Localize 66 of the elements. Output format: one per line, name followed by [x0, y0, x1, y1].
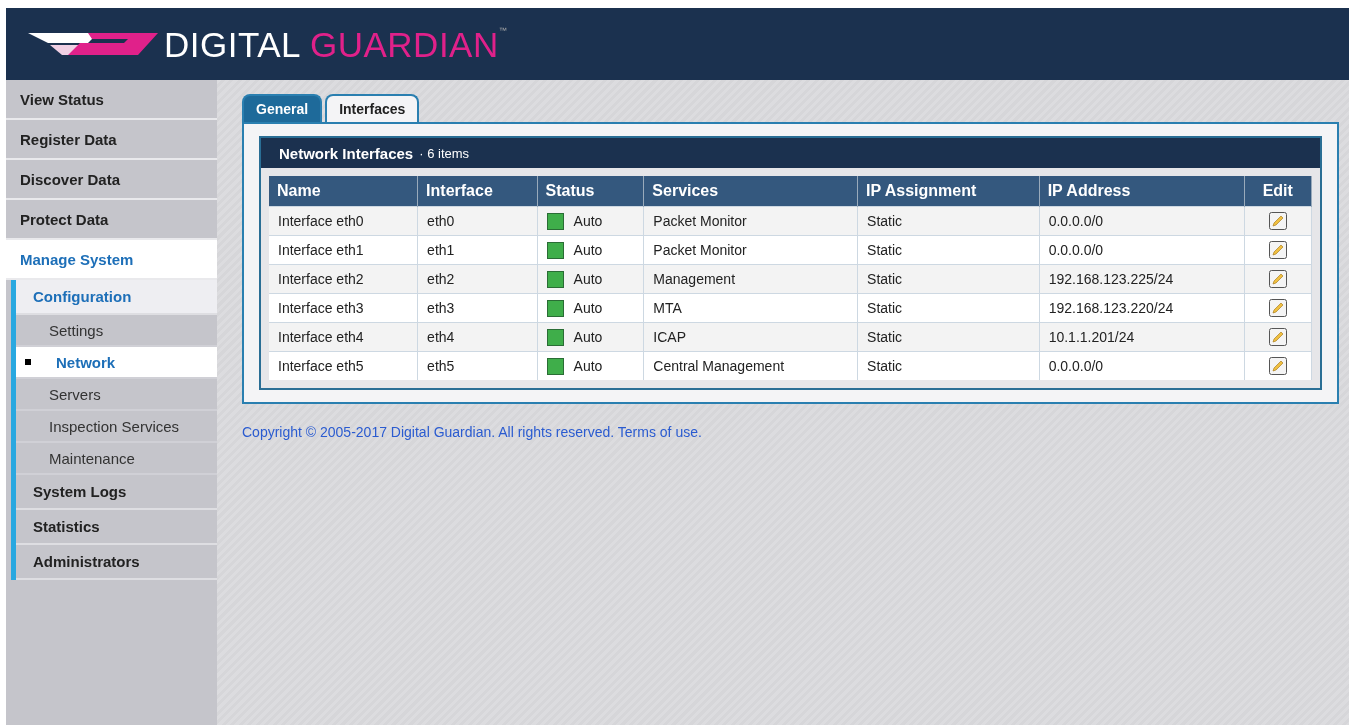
- table-cell: Auto: [573, 300, 603, 316]
- table-cell: Interface eth2: [278, 271, 364, 287]
- table-cell: Interface eth4: [278, 329, 364, 345]
- status-icon: [546, 241, 564, 259]
- status-icon: [546, 299, 564, 317]
- table-cell: Static: [867, 329, 903, 345]
- table-cell: Packet Monitor: [653, 213, 747, 229]
- status-icon: [546, 270, 564, 288]
- table-cell: 10.1.1.201/24: [1048, 329, 1135, 345]
- column-header: IP Address: [1039, 176, 1245, 207]
- table-cell: ICAP: [653, 329, 686, 345]
- logo-text: DIGITAL GUARDIAN$^{™}$: [164, 26, 508, 62]
- column-header: Services: [643, 176, 858, 207]
- table-cell: eth2: [427, 271, 455, 287]
- column-header: Name: [269, 176, 418, 207]
- tab[interactable]: General: [242, 94, 323, 122]
- table-cell: Static: [867, 242, 903, 258]
- table-cell: Management: [653, 271, 736, 287]
- table-cell: 192.168.123.220/24: [1048, 300, 1174, 316]
- table-cell: Static: [867, 300, 903, 316]
- bullet-icon: [25, 359, 31, 365]
- table-cell: Auto: [573, 271, 603, 287]
- table-cell: 0.0.0.0/0: [1048, 242, 1104, 258]
- table-cell: Interface eth0: [278, 213, 364, 229]
- table-cell: Packet Monitor: [653, 242, 747, 258]
- column-header: Status: [537, 176, 644, 207]
- terms-link[interactable]: Terms of use.: [617, 424, 702, 440]
- table-cell: Static: [867, 358, 903, 374]
- tab[interactable]: Interfaces: [325, 94, 420, 122]
- nav-item[interactable]: Configuration: [16, 280, 217, 315]
- copyright-text: Copyright © 2005-2017 Digital Guardian. All rights reserved.: [242, 424, 615, 440]
- status-icon: [546, 357, 564, 375]
- table-cell: Interface eth3: [278, 300, 364, 316]
- status-icon: [546, 212, 564, 230]
- table-cell: Auto: [573, 358, 603, 374]
- panel-title: Network Interfaces: [279, 144, 414, 162]
- table-cell: Static: [867, 271, 903, 287]
- table-cell: eth0: [427, 213, 455, 229]
- edit-icon[interactable]: [1268, 270, 1287, 288]
- table-cell: Interface eth1: [278, 242, 364, 258]
- table-cell: eth4: [427, 329, 455, 345]
- table-cell: Interface eth5: [278, 358, 364, 374]
- table-cell: Central Management: [653, 358, 785, 374]
- edit-icon[interactable]: [1268, 328, 1287, 346]
- table-cell: Static: [867, 213, 903, 229]
- table-cell: 0.0.0.0/0: [1048, 213, 1104, 229]
- table-cell: MTA: [653, 300, 682, 316]
- edit-icon[interactable]: [1268, 241, 1287, 259]
- table-cell: Auto: [573, 329, 603, 345]
- table-cell: Auto: [573, 242, 603, 258]
- table-cell: Auto: [573, 213, 603, 229]
- table-cell: 192.168.123.225/24: [1048, 271, 1174, 287]
- table-cell: eth5: [427, 358, 455, 374]
- nav-item[interactable]: Network: [16, 347, 217, 379]
- table-cell: eth1: [427, 242, 455, 258]
- column-header: Interface: [417, 176, 538, 207]
- edit-icon[interactable]: [1268, 299, 1287, 317]
- nav-item[interactable]: Manage System: [6, 240, 217, 280]
- item-count: · 6 items: [419, 145, 470, 161]
- edit-icon[interactable]: [1268, 357, 1287, 375]
- column-header: IP Assignment: [857, 176, 1040, 207]
- table-cell: eth3: [427, 300, 455, 316]
- column-header: Edit: [1244, 176, 1312, 207]
- status-icon: [546, 328, 564, 346]
- edit-icon[interactable]: [1268, 212, 1287, 230]
- table-cell: 0.0.0.0/0: [1048, 358, 1104, 374]
